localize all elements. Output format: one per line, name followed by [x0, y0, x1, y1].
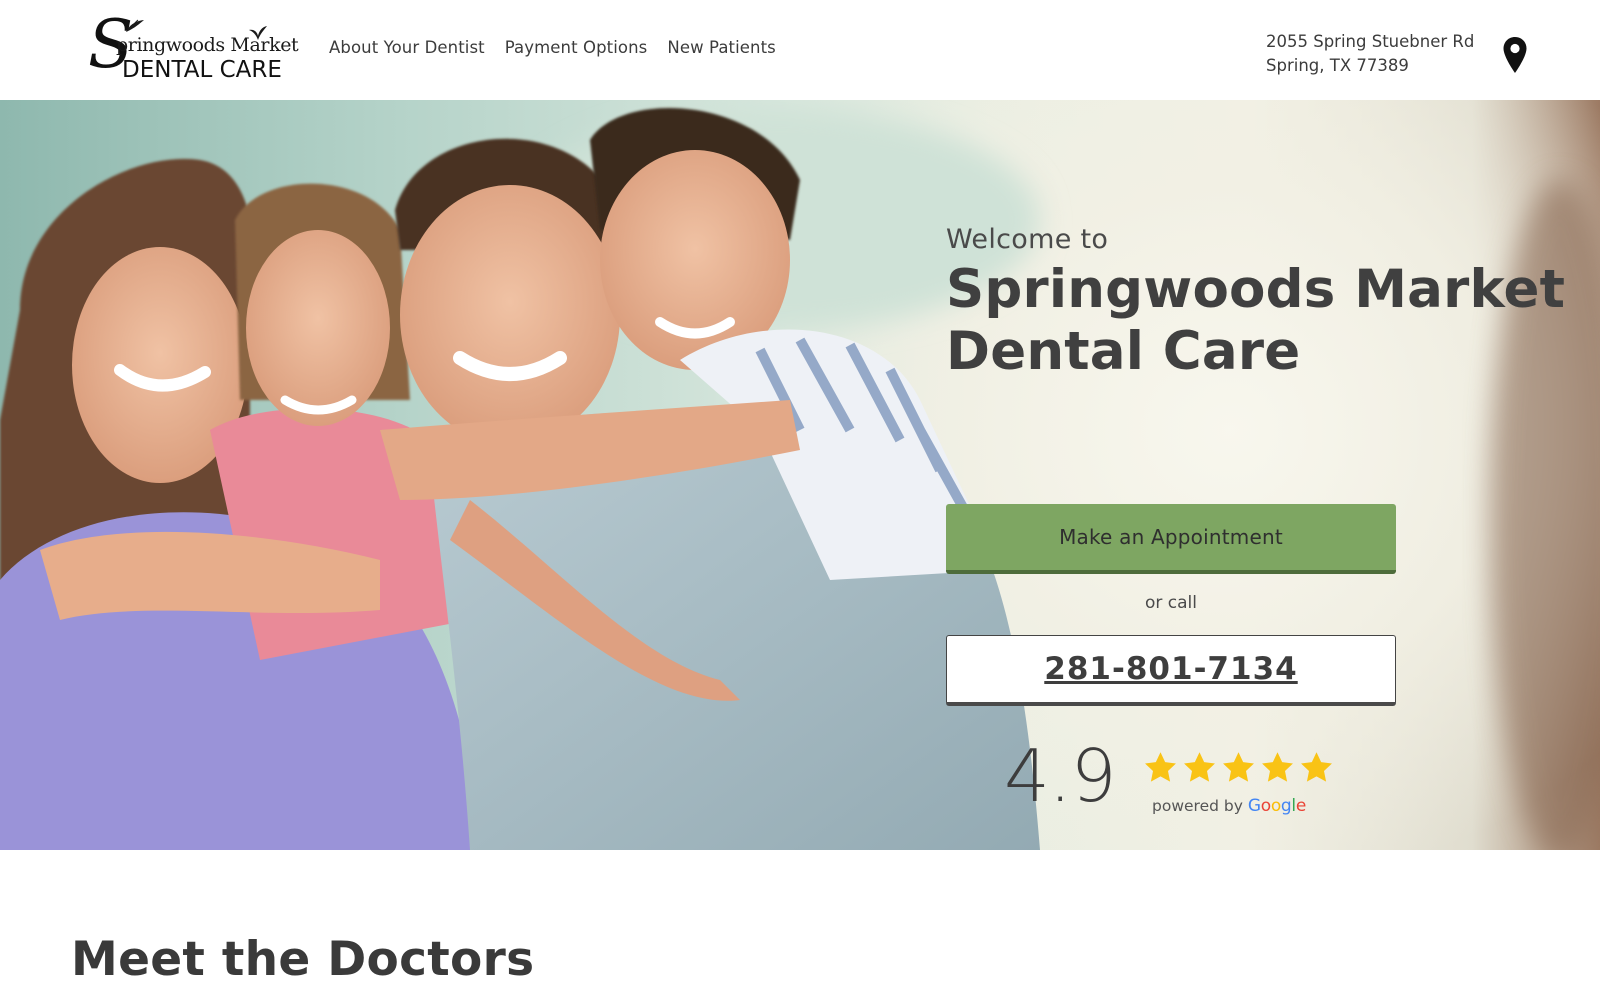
star-icon [1223, 752, 1254, 782]
star-icon [1184, 752, 1215, 782]
site-header: S pringwoods Market DENTAL CARE About Yo… [0, 0, 1600, 100]
google-wordmark: Google [1247, 796, 1307, 816]
welcome-text: Welcome to [946, 224, 1109, 255]
star-icon [1145, 752, 1176, 782]
logo-text-bottom: DENTAL CARE [122, 57, 282, 83]
office-address[interactable]: 2055 Spring Stuebner Rd Spring, TX 77389 [1266, 30, 1496, 78]
hero-title: Springwoods Market Dental Care [946, 259, 1566, 383]
nav-new-patients[interactable]: New Patients [667, 38, 775, 57]
hero-title-line1: Springwoods Market [946, 259, 1566, 320]
nav-about-your-dentist[interactable]: About Your Dentist [329, 38, 485, 57]
leaf-icon [126, 19, 144, 32]
rating-value: 4.9 [1004, 734, 1117, 818]
hero-text: Welcome to Springwoods Market Dental Car… [946, 224, 1566, 383]
site-logo[interactable]: S pringwoods Market DENTAL CARE [88, 12, 299, 84]
star-rating [1142, 750, 1335, 786]
make-appointment-button[interactable]: Make an Appointment [946, 504, 1396, 574]
nav-payment-options[interactable]: Payment Options [505, 38, 648, 57]
powered-by-text: powered by [1152, 797, 1243, 815]
star-icon [1262, 752, 1293, 782]
address-street: 2055 Spring Stuebner Rd [1266, 32, 1475, 51]
hero-banner: Welcome to Springwoods Market Dental Car… [0, 100, 1600, 850]
family-photo [0, 107, 1600, 850]
map-pin-icon[interactable] [1502, 36, 1528, 74]
logo-text-top: pringwoods Market [116, 34, 299, 56]
meet-the-doctors-heading: Meet the Doctors [71, 932, 535, 987]
star-icon [1301, 752, 1332, 782]
powered-by-google: powered by Google [1152, 796, 1306, 816]
main-nav: About Your Dentist Payment Options New P… [329, 38, 776, 57]
hero-title-line2: Dental Care [946, 321, 1301, 382]
phone-button[interactable]: 281-801-7134 [946, 635, 1396, 706]
address-city: Spring, TX 77389 [1266, 56, 1409, 75]
or-call-text: or call [1144, 593, 1197, 613]
